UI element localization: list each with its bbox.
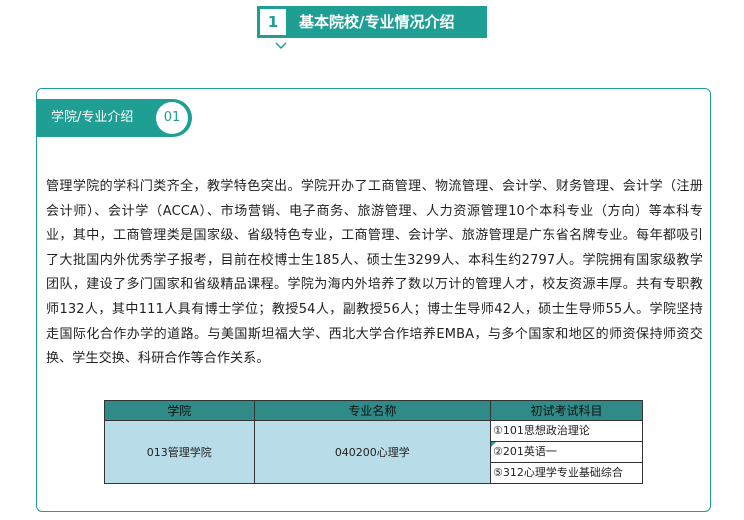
section-heading: 1 基本院校/专业情况介绍 bbox=[257, 6, 487, 38]
corner-marker bbox=[491, 442, 497, 447]
intro-paragraph: 管理学院的学科门类齐全，教学特色突出。学院开办了工商管理、物流管理、会计学、财务… bbox=[46, 179, 703, 367]
header-college: 学院 bbox=[104, 400, 255, 421]
section-title: 基本院校/专业情况介绍 bbox=[299, 13, 455, 31]
exam-table: 学院 专业名称 初试考试科目 013管理学院 040200心理学 ①101思想政… bbox=[104, 400, 643, 484]
major-cell: 040200心理学 bbox=[253, 420, 492, 484]
header-subjects: 初试考试科目 bbox=[490, 400, 643, 421]
subject-item: ①101思想政治理论 bbox=[491, 421, 642, 442]
tab-label: 学院/专业介绍 bbox=[51, 110, 134, 125]
card-tab: 学院/专业介绍 01 bbox=[36, 99, 192, 137]
table-header-row: 学院 专业名称 初试考试科目 bbox=[104, 400, 643, 421]
subject-item: ⑤312心理学专业基础综合 bbox=[493, 466, 623, 479]
subjects-cell: ①101思想政治理论 ②201英语一 ⑤312心理学专业基础综合 bbox=[490, 420, 643, 484]
college-cell: 013管理学院 bbox=[104, 420, 255, 484]
chevron-down-icon bbox=[275, 42, 287, 50]
header-major: 专业名称 bbox=[253, 400, 492, 421]
section-number: 1 bbox=[260, 9, 286, 35]
table-row: 013管理学院 040200心理学 ①101思想政治理论 ②201英语一 ⑤31… bbox=[104, 420, 643, 484]
subject-item: ②201英语一 bbox=[491, 442, 642, 463]
tab-number: 01 bbox=[156, 102, 188, 134]
